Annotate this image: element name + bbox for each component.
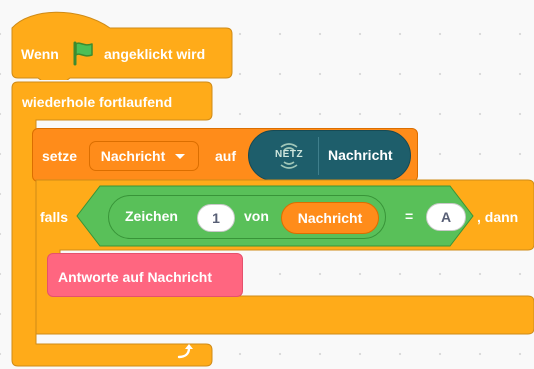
index-input[interactable]: 1	[197, 204, 235, 232]
answer-label: Antworte auf Nachricht	[58, 269, 213, 285]
letter-label: Zeichen	[125, 208, 178, 224]
of-label: von	[244, 208, 269, 224]
compare-value-text: A	[440, 209, 452, 225]
of-variable-label: Nachricht	[297, 210, 363, 226]
answer-message-block[interactable]: Antworte auf Nachricht	[47, 253, 243, 297]
index-value: 1	[212, 210, 220, 226]
if-then-block[interactable]: falls = A Zeichen 1 von Nachricht , dann	[0, 0, 534, 369]
if-label: falls	[40, 209, 69, 225]
then-label: , dann	[477, 209, 519, 225]
letter-of-block[interactable]: Zeichen 1 von Nachricht	[108, 195, 386, 239]
compare-value-input[interactable]: A	[426, 203, 466, 231]
of-variable-reporter[interactable]: Nachricht	[281, 202, 379, 234]
scratch-code-area: { "hat_block": { "label_prefix": "Wenn",…	[0, 0, 534, 369]
equals-sign: =	[405, 208, 414, 224]
